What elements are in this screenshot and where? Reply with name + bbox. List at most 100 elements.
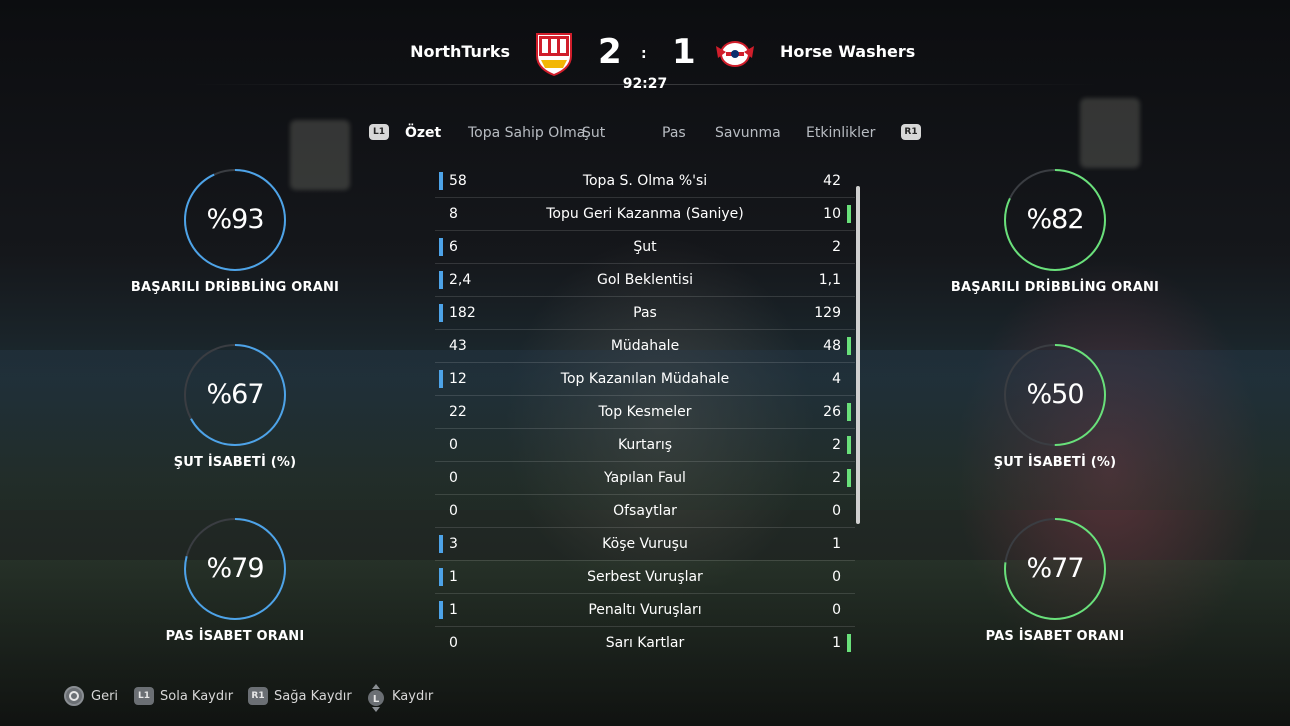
away-shot-accuracy-label: ŞUT İSABETİ (%) (993, 455, 1117, 470)
home-lead-marker (439, 172, 443, 190)
stat-row-passes: 182 Pas 129 (435, 297, 855, 330)
score-separator: : (641, 46, 647, 62)
stat-label: Yapılan Faul (604, 470, 686, 486)
away-value: 48 (823, 338, 841, 354)
away-value: 26 (823, 404, 841, 420)
stats-scrollbar[interactable] (856, 186, 860, 524)
home-value: 43 (449, 338, 467, 354)
r1-button-icon[interactable]: R1 (901, 124, 921, 140)
stat-label: Köşe Vuruşu (602, 536, 688, 552)
stat-row-yellow-cards: 0 Sarı Kartlar 1 (435, 627, 855, 660)
stat-row-fouls: 0 Yapılan Faul 2 (435, 462, 855, 495)
away-lead-marker (847, 436, 851, 454)
away-lead-marker (847, 403, 851, 421)
away-pass-accuracy-stat: %77 PAS İSABET ORANI (955, 517, 1155, 667)
home-value: 8 (449, 206, 458, 222)
home-value: 58 (449, 173, 467, 189)
circle-button-icon (64, 686, 84, 706)
away-team-name: Horse Washers (780, 42, 916, 61)
home-shot-accuracy-stat: %67 ŞUT İSABETİ (%) (135, 343, 335, 493)
away-value: 2 (832, 437, 841, 453)
away-value: 1 (832, 536, 841, 552)
home-lead-marker (439, 304, 443, 322)
hint-scroll-right-label: Sağa Kaydır (274, 689, 352, 704)
stat-label: Top Kesmeler (598, 404, 692, 420)
stat-label: Ofsaytlar (613, 503, 677, 519)
home-score: 2 (598, 32, 622, 72)
stat-label: Pas (633, 305, 657, 321)
away-dribbling-stat: %82 BAŞARILI DRİBBLİNG ORANI (951, 168, 1159, 318)
home-lead-marker (439, 535, 443, 553)
away-lead-marker (847, 337, 851, 355)
stat-label: Şut (633, 239, 657, 255)
away-shot-accuracy-value: %50 (1026, 379, 1084, 410)
home-pass-accuracy-stat: %79 PAS İSABET ORANI (135, 517, 335, 667)
hint-scroll-label: Kaydır (392, 689, 434, 704)
away-score: 1 (672, 32, 696, 72)
hint-scroll-left-label: Sola Kaydır (160, 689, 234, 704)
home-dribbling-label: BAŞARILI DRİBBLİNG ORANI (130, 280, 340, 295)
home-value: 22 (449, 404, 467, 420)
away-dribbling-label: BAŞARILI DRİBBLİNG ORANI (950, 280, 1160, 295)
home-value: 2,4 (449, 272, 472, 288)
home-dribbling-stat: %93 BAŞARILI DRİBBLİNG ORANI (131, 168, 339, 318)
left-stick-icon: L (366, 684, 386, 712)
home-lead-marker (439, 601, 443, 619)
home-lead-marker (439, 370, 443, 388)
stat-row-offsides: 0 Ofsaytlar 0 (435, 495, 855, 528)
home-dribbling-value: %93 (206, 204, 264, 235)
tab-sut[interactable]: Şut (582, 125, 605, 141)
home-value: 6 (449, 239, 458, 255)
stat-label: Gol Beklentisi (596, 272, 694, 288)
home-team-name: NorthTurks (410, 42, 510, 61)
tab-topa-sahip-olma[interactable]: Topa Sahip Olma (468, 125, 585, 141)
away-value: 0 (832, 503, 841, 519)
home-value: 12 (449, 371, 467, 387)
away-lead-marker (847, 205, 851, 223)
l1-button-icon: L1 (134, 687, 154, 705)
away-lead-marker (847, 469, 851, 487)
stat-row-recovery-time: 8 Topu Geri Kazanma (Saniye) 10 (435, 198, 855, 231)
tab-etkinlikler[interactable]: Etkinlikler (806, 125, 875, 141)
home-value: 1 (449, 602, 458, 618)
stat-row-expected-goals: 2,4 Gol Beklentisi 1,1 (435, 264, 855, 297)
away-pass-accuracy-label: PAS İSABET ORANI (985, 629, 1125, 644)
l1-button-icon[interactable]: L1 (369, 124, 389, 140)
match-clock: 92:27 (622, 76, 668, 92)
home-pass-accuracy-label: PAS İSABET ORANI (165, 629, 305, 644)
home-value: 182 (449, 305, 476, 321)
stat-label: Müdahale (610, 338, 680, 354)
hint-back-label: Geri (91, 689, 119, 704)
away-value: 2 (832, 470, 841, 486)
stat-label: Kurtarış (617, 437, 673, 453)
stat-row-interceptions: 22 Top Kesmeler 26 (435, 396, 855, 429)
away-value: 0 (832, 602, 841, 618)
tab-savunma[interactable]: Savunma (715, 125, 781, 141)
stick-letter: L (373, 694, 380, 705)
stat-row-possession: 58 Topa S. Olma %'si 42 (435, 165, 855, 198)
away-value: 1 (832, 635, 841, 651)
home-value: 1 (449, 569, 458, 585)
stat-label: Serbest Vuruşlar (587, 569, 703, 585)
away-lead-marker (847, 634, 851, 652)
stats-table[interactable]: 58 Topa S. Olma %'si 42 8 Topu Geri Kaza… (435, 165, 855, 660)
away-value: 42 (823, 173, 841, 189)
stat-row-shots: 6 Şut 2 (435, 231, 855, 264)
away-team-crest-icon (714, 32, 756, 76)
away-dribbling-value: %82 (1026, 204, 1084, 235)
score-header: NorthTurks 2 : 1 Horse Washers (0, 30, 1290, 80)
stat-label: Topa S. Olma %'si (582, 173, 708, 189)
home-lead-marker (439, 568, 443, 586)
stat-row-free-kicks: 1 Serbest Vuruşlar 0 (435, 561, 855, 594)
tab-ozet[interactable]: Özet (405, 125, 441, 141)
stat-row-corners: 3 Köşe Vuruşu 1 (435, 528, 855, 561)
away-value: 4 (832, 371, 841, 387)
stat-row-penalties: 1 Penaltı Vuruşları 0 (435, 594, 855, 627)
stat-label: Sarı Kartlar (605, 635, 685, 651)
home-pass-accuracy-value: %79 (206, 553, 264, 584)
home-team-crest-icon (533, 32, 575, 77)
tab-pas[interactable]: Pas (662, 125, 686, 141)
away-value: 0 (832, 569, 841, 585)
stat-label: Penaltı Vuruşları (588, 602, 702, 618)
stat-tabs: L1 Özet Topa Sahip Olma Şut Pas Savunma … (0, 122, 1290, 146)
